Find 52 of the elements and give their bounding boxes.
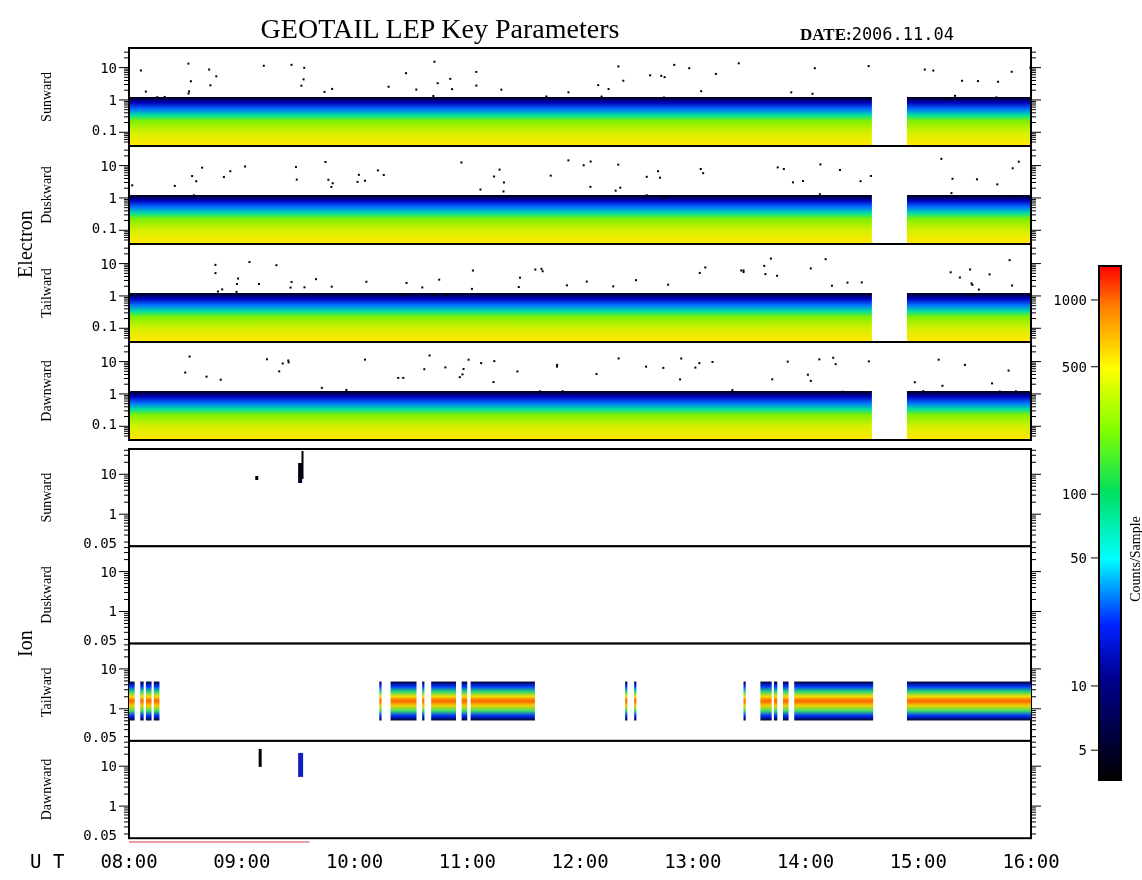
tick-label: 0.05 [83,534,117,551]
tick-label: 10 [100,660,117,677]
tick-label: 1 [108,189,117,206]
tick-label: 0.1 [91,122,117,139]
tick-label: 0.1 [91,220,117,237]
tick-label: 14:00 [776,850,835,872]
axis-label: Dawnward [39,360,54,422]
axis-label: Dawnward [39,758,54,821]
tick-label: 10 [100,466,117,483]
axis-label: Duskward [39,566,54,624]
tick-label: 1 [108,287,117,304]
tick-label: 13:00 [664,850,722,872]
tick-label: 1 [108,700,117,717]
tick-label: 1 [108,385,117,402]
tick-label: 10 [100,353,117,370]
tick-label: 11:00 [438,850,496,872]
tick-label: 100 [1061,486,1087,503]
tick-label: 10 [1070,677,1087,694]
tick-label: 0.1 [91,416,117,433]
axis-label: Sunward [39,72,54,122]
axis-label: Tailward [39,268,54,318]
tick-label: 1 [108,798,117,815]
tick-label: 1 [108,603,117,620]
tick-label: 50 [1070,549,1087,566]
tick-label: 1000 [1053,291,1087,308]
tick-label: 1 [108,91,117,108]
date-label: DATE:2006.11.04 [800,24,954,44]
tick-label: 10 [100,758,117,775]
tick-label: 09:00 [213,850,271,872]
axis-label: Tailward [39,667,54,718]
tick-label: 0.05 [83,632,117,649]
axis-label: U T [30,850,65,872]
tick-label: 1 [108,506,117,523]
tick-label: 5 [1078,742,1087,759]
tick-label: 0.05 [83,826,117,843]
tick-label: 12:00 [551,850,609,872]
axis-label: Electron [14,210,36,278]
chart-title: GEOTAIL LEP Key Parameters [260,13,620,44]
tick-label: 08:00 [100,850,158,872]
tick-label: 15:00 [889,850,947,872]
tick-label: 500 [1061,358,1087,375]
axis-label: Sunward [39,472,54,523]
tick-label: 10 [100,563,117,580]
axis-label: Ion [14,630,36,657]
tick-label: 10 [100,255,117,272]
axis-label: Duskward [39,166,54,224]
tick-label: 10 [100,157,117,174]
tick-label: 10:00 [325,850,384,872]
tick-label: 10 [100,59,117,76]
tick-label: 16:00 [1002,850,1060,872]
tick-label: 0.1 [91,318,117,335]
tick-label: 0.05 [83,729,117,746]
